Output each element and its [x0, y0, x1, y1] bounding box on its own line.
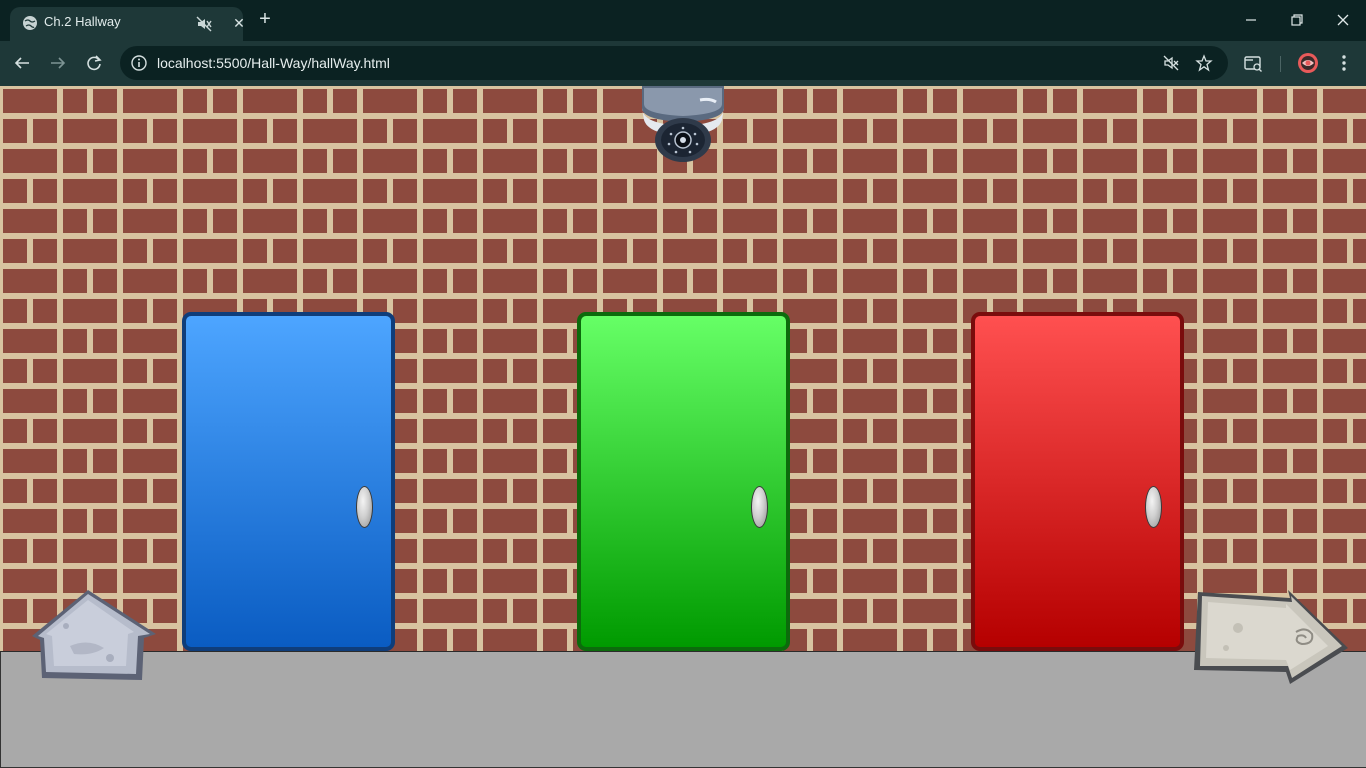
menu-icon[interactable] — [1333, 52, 1355, 74]
browser-tab[interactable]: Ch.2 Hallway ✕ — [10, 7, 245, 41]
tab-search-icon[interactable] — [1242, 52, 1264, 74]
muted-speaker-icon[interactable] — [196, 16, 212, 32]
tab-close-button[interactable]: ✕ — [230, 14, 248, 32]
globe-icon — [23, 16, 37, 30]
door-knob — [751, 486, 768, 528]
red-door[interactable] — [971, 312, 1184, 651]
forward-icon[interactable] — [47, 52, 69, 74]
reload-icon[interactable] — [83, 52, 105, 74]
door-knob — [1145, 486, 1162, 528]
toolbar-separator — [1280, 56, 1281, 72]
new-tab-button[interactable]: + — [255, 8, 275, 30]
green-door[interactable] — [577, 312, 790, 651]
browser-toolbar: localhost:5500/Hall-Way/hallWay.html — [0, 41, 1366, 86]
next-arrow-stone-button[interactable] — [1188, 588, 1350, 688]
tab-strip: Ch.2 Hallway ✕ + — [0, 0, 1366, 41]
floor — [0, 651, 1366, 768]
info-icon[interactable] — [130, 54, 148, 72]
home-stone-button[interactable] — [30, 586, 160, 686]
restore-icon[interactable] — [1285, 8, 1309, 32]
minimize-icon[interactable] — [1239, 8, 1263, 32]
blue-door[interactable] — [182, 312, 395, 651]
back-icon[interactable] — [11, 52, 33, 74]
profile-avatar[interactable] — [1297, 52, 1319, 74]
page-viewport — [0, 86, 1366, 768]
close-icon[interactable] — [1331, 8, 1355, 32]
address-bar[interactable]: localhost:5500/Hall-Way/hallWay.html — [120, 46, 1228, 80]
muted-speaker-icon[interactable] — [1162, 54, 1180, 72]
door-knob — [356, 486, 373, 528]
security-camera-icon — [642, 86, 724, 162]
tab-title: Ch.2 Hallway — [44, 14, 121, 29]
star-icon[interactable] — [1195, 54, 1213, 72]
url-text[interactable]: localhost:5500/Hall-Way/hallWay.html — [157, 55, 390, 71]
